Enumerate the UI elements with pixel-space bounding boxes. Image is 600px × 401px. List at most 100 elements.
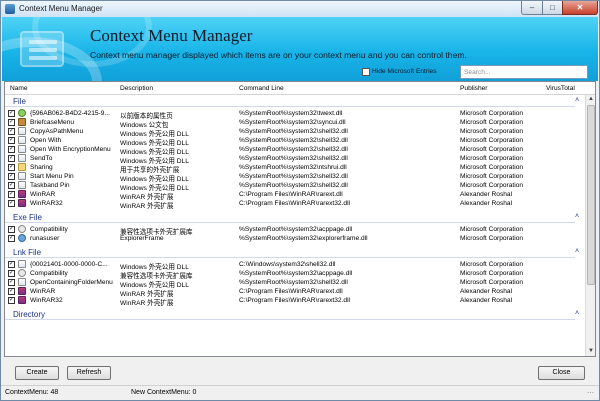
enable-checkbox[interactable]: ✓ <box>8 137 15 144</box>
item-name: Compatibility <box>30 270 68 277</box>
group-divider <box>5 106 575 107</box>
briefcase-icon <box>18 118 26 126</box>
enable-checkbox[interactable]: ✓ <box>8 191 15 198</box>
enable-checkbox[interactable]: ✓ <box>8 110 15 117</box>
column-publisher[interactable]: Publisher <box>460 85 488 92</box>
app-icon <box>18 260 26 268</box>
item-name: WinRAR <box>30 191 56 198</box>
scroll-up-icon[interactable]: ▲ <box>586 95 595 104</box>
globe-icon <box>18 109 26 117</box>
list-item[interactable]: ✓ Open With Windows 外壳公用 DLL %SystemRoot%\s… <box>5 136 583 147</box>
column-virustotal[interactable]: VirusTotal <box>546 85 575 92</box>
item-publisher: Alexander Roshal <box>460 288 513 295</box>
list-item[interactable]: ✓ WinRAR32 WinRAR 外壳扩展 C:\Program Files\Win… <box>5 296 583 307</box>
list-item[interactable]: ✓ SendTo Windows 外壳公用 DLL %SystemRoot%\syst… <box>5 154 583 165</box>
item-name: Sharing <box>30 164 53 171</box>
list-item[interactable]: ✓ OpenContainingFolderMenu Windows 外壳公用 DL… <box>5 278 583 289</box>
enable-checkbox[interactable]: ✓ <box>8 288 15 295</box>
collapse-chevron-icon[interactable]: ˄ <box>575 213 579 220</box>
item-command-line: %SystemRoot%\system32\ntshrui.dll <box>239 164 347 171</box>
scrollbar-thumb[interactable] <box>587 105 595 285</box>
item-command-line: %SystemRoot%\system32\shell32.dll <box>239 155 348 162</box>
enable-checkbox[interactable]: ✓ <box>8 182 15 189</box>
enable-checkbox[interactable]: ✓ <box>8 226 15 233</box>
list-item[interactable]: ✓ BriefcaseMenu Windows 公文包 %SystemRoot%\sy… <box>5 118 583 129</box>
list-item[interactable]: ✓ runasuser ExplorerFrame %SystemRoot%\syst… <box>5 234 583 243</box>
column-command-line[interactable]: Command Line <box>239 85 284 92</box>
list-item[interactable]: ✓ WinRAR WinRAR 外壳扩展 C:\Program Files\WinRA… <box>5 287 583 298</box>
list-item[interactable]: ✓ WinRAR WinRAR 外壳扩展 C:\Program Files\WinRA… <box>5 190 583 201</box>
item-publisher: Microsoft Corporation <box>460 164 524 171</box>
list-item[interactable]: ✓ Open With EncryptionMenu Windows 外壳公用 DL… <box>5 145 583 156</box>
hide-microsoft-checkbox[interactable] <box>362 68 370 76</box>
user-icon <box>18 234 26 242</box>
winrar-icon <box>18 296 26 304</box>
list-item[interactable]: ✓ Compatibility 兼容性选项卡外壳扩展库 %SystemRoot%\sy… <box>5 269 583 280</box>
list-item[interactable]: ✓ Sharing 用于共享的外壳扩展 %SystemRoot%\system32\n… <box>5 163 583 174</box>
item-name: runasuser <box>30 235 60 242</box>
enable-checkbox[interactable]: ✓ <box>8 200 15 207</box>
group-title[interactable]: File <box>13 97 26 106</box>
context-menu-list[interactable]: Name Description Command Line Publisher … <box>4 81 596 357</box>
item-name: Start Menu Pin <box>30 173 74 180</box>
enable-checkbox[interactable]: ✓ <box>8 128 15 135</box>
enable-checkbox[interactable]: ✓ <box>8 261 15 268</box>
item-name: Open With <box>30 137 62 144</box>
collapse-chevron-icon[interactable]: ˄ <box>575 310 579 317</box>
enable-checkbox[interactable]: ✓ <box>8 279 15 286</box>
enable-checkbox[interactable]: ✓ <box>8 164 15 171</box>
list-item[interactable]: ✓ Taskband Pin Windows 外壳公用 DLL %SystemRoot… <box>5 181 583 192</box>
item-command-line: C:\Program Files\WinRAR\rarext32.dll <box>239 297 351 304</box>
list-item[interactable]: ✓ {596AB062-B4D2-4215-9... 以前版本的属性页 %System… <box>5 109 583 120</box>
item-command-line: %SystemRoot%\system32\twext.dll <box>239 110 343 117</box>
list-item[interactable]: ✓ WinRAR32 WinRAR 外壳扩展 C:\Program Files\Win… <box>5 199 583 210</box>
item-command-line: %SystemRoot%\system32\syncui.dll <box>239 119 346 126</box>
maximize-button[interactable]: □ <box>542 1 563 15</box>
item-command-line: %SystemRoot%\system32\shell32.dll <box>239 146 348 153</box>
collapse-chevron-icon[interactable]: ˄ <box>575 248 579 255</box>
close-window-button[interactable]: ✕ <box>562 1 598 15</box>
column-name[interactable]: Name <box>10 85 28 92</box>
enable-checkbox[interactable]: ✓ <box>8 297 15 304</box>
search-input[interactable]: Search... <box>460 65 588 79</box>
item-publisher: Microsoft Corporation <box>460 270 524 277</box>
list-item[interactable]: ✓ Compatibility 兼容性选项卡外壳扩展库 %SystemRoot%\sy… <box>5 225 583 236</box>
vertical-scrollbar[interactable]: ▲ ▼ <box>585 95 595 356</box>
group-title[interactable]: Exe File <box>13 213 42 222</box>
enable-checkbox[interactable]: ✓ <box>8 270 15 277</box>
item-description: WinRAR 外壳扩展 <box>120 203 174 210</box>
resize-grip-icon[interactable]: ⋯ <box>587 389 594 397</box>
item-command-line: %SystemRoot%\system32\acppage.dll <box>239 270 353 277</box>
item-command-line: %SystemRoot%\system32\explorerframe.dll <box>239 235 368 242</box>
collapse-chevron-icon[interactable]: ˄ <box>575 97 579 104</box>
refresh-button[interactable]: Refresh <box>67 366 111 380</box>
column-description[interactable]: Description <box>120 85 153 92</box>
item-command-line: %SystemRoot%\system32\shell32.dll <box>239 182 348 189</box>
group-divider <box>5 319 575 320</box>
list-item[interactable]: ✓ Start Menu Pin Windows 外壳公用 DLL %SystemRo… <box>5 172 583 183</box>
enable-checkbox[interactable]: ✓ <box>8 173 15 180</box>
enable-checkbox[interactable]: ✓ <box>8 146 15 153</box>
enable-checkbox[interactable]: ✓ <box>8 155 15 162</box>
item-command-line: C:\Windows\system32\shell32.dll <box>239 261 336 268</box>
gear-icon <box>18 269 26 277</box>
item-name: {00021401-0000-0000-C... <box>30 261 108 268</box>
item-description: WinRAR 外壳扩展 <box>120 300 174 307</box>
group-title[interactable]: Lnk File <box>13 248 41 257</box>
list-item[interactable]: ✓ CopyAsPathMenu Windows 外壳公用 DLL %SystemRo… <box>5 127 583 138</box>
enable-checkbox[interactable]: ✓ <box>8 119 15 126</box>
winrar-icon <box>18 287 26 295</box>
app-icon <box>18 136 26 144</box>
scroll-down-icon[interactable]: ▼ <box>586 347 595 356</box>
item-name: Open With EncryptionMenu <box>30 146 111 153</box>
close-button[interactable]: Close <box>538 366 585 380</box>
enable-checkbox[interactable]: ✓ <box>8 235 15 242</box>
group-title[interactable]: Directory <box>13 310 45 319</box>
item-name: WinRAR32 <box>30 200 63 207</box>
item-publisher: Microsoft Corporation <box>460 128 524 135</box>
app-icon <box>18 145 26 153</box>
create-button[interactable]: Create <box>15 366 59 380</box>
list-item[interactable]: ✓ {00021401-0000-0000-C... Windows 外壳公用 DL… <box>5 260 583 271</box>
item-publisher: Alexander Roshal <box>460 297 513 304</box>
minimize-button[interactable]: – <box>521 1 543 15</box>
